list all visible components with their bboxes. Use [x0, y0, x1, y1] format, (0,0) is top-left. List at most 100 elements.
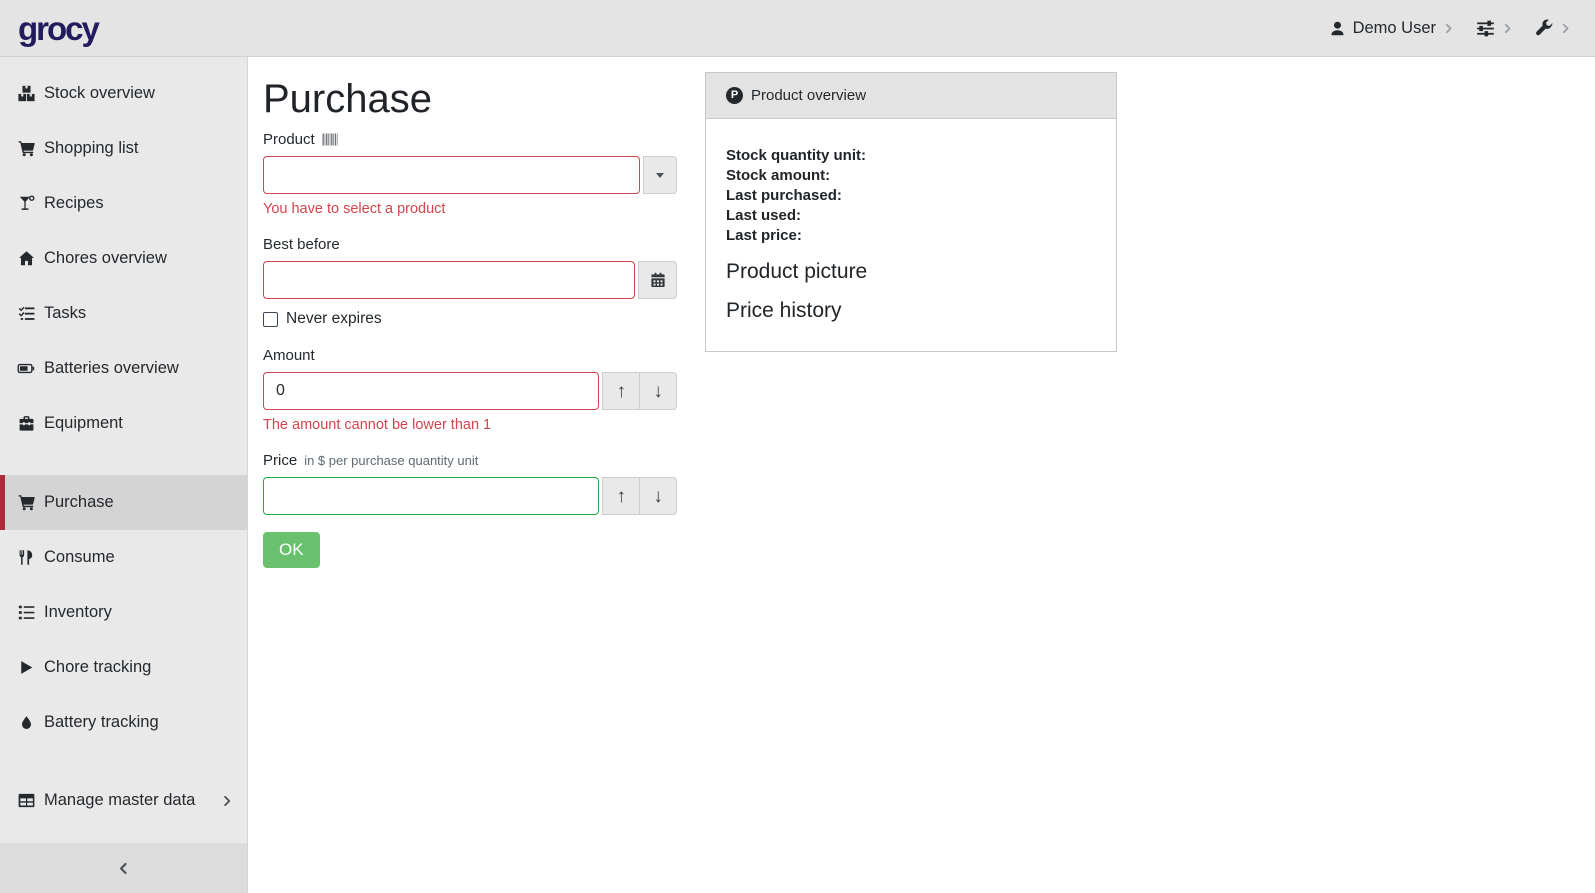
sidebar-item-label: Battery tracking	[44, 713, 159, 732]
sidebar-item-label: Purchase	[44, 493, 114, 512]
price-increment-button[interactable]: ↑	[602, 477, 640, 515]
top-header: grocy Demo User	[0, 0, 1595, 57]
product-overview-card: P Product overview Stock quantity unit: …	[705, 72, 1117, 352]
product-input-group	[263, 156, 677, 194]
product-group: Product You have to select a product	[263, 131, 677, 217]
cocktail-icon	[17, 195, 35, 212]
sidebar-item-stock-overview[interactable]: Stock overview	[0, 66, 247, 121]
price-hint: in $ per purchase quantity unit	[304, 453, 478, 468]
play-icon	[17, 660, 35, 675]
toolbox-icon	[17, 415, 35, 432]
wrench-icon	[1535, 19, 1553, 37]
price-label-row: Price in $ per purchase quantity unit	[263, 452, 677, 469]
sidebar-item-label: Recipes	[44, 194, 104, 213]
sliders-icon	[1476, 19, 1495, 38]
sidebar-item-equipment[interactable]: Equipment	[0, 396, 247, 451]
never-expires-checkbox[interactable]	[263, 312, 278, 327]
product-error: You have to select a product	[263, 201, 677, 217]
list-icon	[17, 604, 35, 621]
sidebar-item-label: Inventory	[44, 603, 112, 622]
sidebar-item-chores-overview[interactable]: Chores overview	[0, 231, 247, 286]
price-input-group: ↑ ↓	[263, 477, 677, 515]
sidebar-item-recipes[interactable]: Recipes	[0, 176, 247, 231]
stock-quantity-unit-label: Stock quantity unit:	[726, 146, 1096, 166]
sidebar-collapse-button[interactable]	[0, 843, 247, 893]
best-before-input[interactable]	[263, 261, 635, 299]
last-price-label: Last price:	[726, 226, 1096, 246]
sidebar-item-manage-master-data[interactable]: Manage master data	[0, 773, 247, 828]
product-input[interactable]	[263, 156, 640, 194]
user-icon	[1329, 20, 1346, 37]
boxes-icon	[17, 85, 35, 102]
product-overview-body: Stock quantity unit: Stock amount: Last …	[706, 119, 1116, 323]
price-decrement-button[interactable]: ↓	[639, 477, 677, 515]
amount-label: Amount	[263, 347, 315, 364]
best-before-group: Best before Never expires	[263, 236, 677, 328]
sidebar-item-label: Tasks	[44, 304, 86, 323]
sidebar-item-purchase[interactable]: Purchase	[0, 475, 247, 530]
user-name: Demo User	[1353, 19, 1436, 38]
sidebar-item-label: Stock overview	[44, 84, 155, 103]
last-used-label: Last used:	[726, 206, 1096, 226]
never-expires-row: Never expires	[263, 310, 677, 328]
sidebar-item-label: Chores overview	[44, 249, 167, 268]
amount-group: Amount ↑ ↓ The amount cannot be lower th…	[263, 347, 677, 433]
sidebar-item-shopping-list[interactable]: Shopping list	[0, 121, 247, 176]
chevron-right-icon	[1443, 23, 1454, 34]
arrow-up-icon: ↑	[617, 382, 627, 401]
shopping-cart-icon	[17, 140, 35, 157]
sidebar-item-label: Shopping list	[44, 139, 138, 158]
calendar-button[interactable]	[638, 261, 677, 299]
amount-decrement-button[interactable]: ↓	[639, 372, 677, 410]
product-dropdown-button[interactable]	[643, 156, 677, 194]
arrow-down-icon: ↓	[653, 487, 663, 506]
barcode-icon	[322, 133, 338, 146]
admin-menu[interactable]	[1529, 15, 1577, 41]
caret-down-icon	[656, 173, 664, 178]
ok-button[interactable]: OK	[263, 532, 320, 568]
amount-error: The amount cannot be lower than 1	[263, 417, 677, 433]
price-input[interactable]	[263, 477, 599, 515]
sidebar-item-label: Consume	[44, 548, 115, 567]
sidebar-item-consume[interactable]: Consume	[0, 530, 247, 585]
sidebar-item-battery-tracking[interactable]: Battery tracking	[0, 695, 247, 750]
price-label: Price	[263, 452, 297, 469]
sidebar-item-tasks[interactable]: Tasks	[0, 286, 247, 341]
never-expires-label[interactable]: Never expires	[286, 310, 382, 328]
sidebar-item-inventory[interactable]: Inventory	[0, 585, 247, 640]
amount-label-row: Amount	[263, 347, 677, 364]
amount-increment-button[interactable]: ↑	[602, 372, 640, 410]
settings-menu[interactable]	[1470, 15, 1519, 42]
shopping-cart-icon	[17, 494, 35, 511]
table-icon	[17, 792, 35, 809]
price-group: Price in $ per purchase quantity unit ↑ …	[263, 452, 677, 515]
page-title: Purchase	[263, 75, 713, 123]
grocy-logo[interactable]: grocy	[18, 12, 98, 45]
sidebar-item-label: Chore tracking	[44, 658, 151, 677]
product-icon: P	[726, 87, 743, 104]
tasks-icon	[17, 305, 35, 322]
best-before-label-row: Best before	[263, 236, 677, 253]
sidebar-item-label: Batteries overview	[44, 359, 179, 378]
sidebar-item-label: Manage master data	[44, 791, 195, 810]
product-overview-title: Product overview	[751, 87, 866, 104]
amount-input[interactable]	[263, 372, 599, 410]
battery-icon	[17, 360, 35, 377]
calendar-icon	[650, 272, 666, 288]
last-purchased-label: Last purchased:	[726, 186, 1096, 206]
best-before-input-group	[263, 261, 677, 299]
price-history-heading: Price history	[726, 298, 1096, 323]
product-overview-header: P Product overview	[706, 73, 1116, 119]
arrow-down-icon: ↓	[653, 382, 663, 401]
product-picture-heading: Product picture	[726, 259, 1096, 284]
sidebar-item-batteries-overview[interactable]: Batteries overview	[0, 341, 247, 396]
sidebar-item-chore-tracking[interactable]: Chore tracking	[0, 640, 247, 695]
chevron-right-icon	[1502, 23, 1513, 34]
product-label: Product	[263, 131, 315, 148]
purchase-page: Purchase Product You have to select a pr…	[248, 57, 728, 586]
stock-amount-label: Stock amount:	[726, 166, 1096, 186]
user-menu[interactable]: Demo User	[1323, 15, 1460, 42]
tint-icon	[17, 715, 35, 731]
purchase-form: Product You have to select a product Bes…	[263, 131, 677, 568]
chevron-left-icon	[117, 862, 130, 875]
